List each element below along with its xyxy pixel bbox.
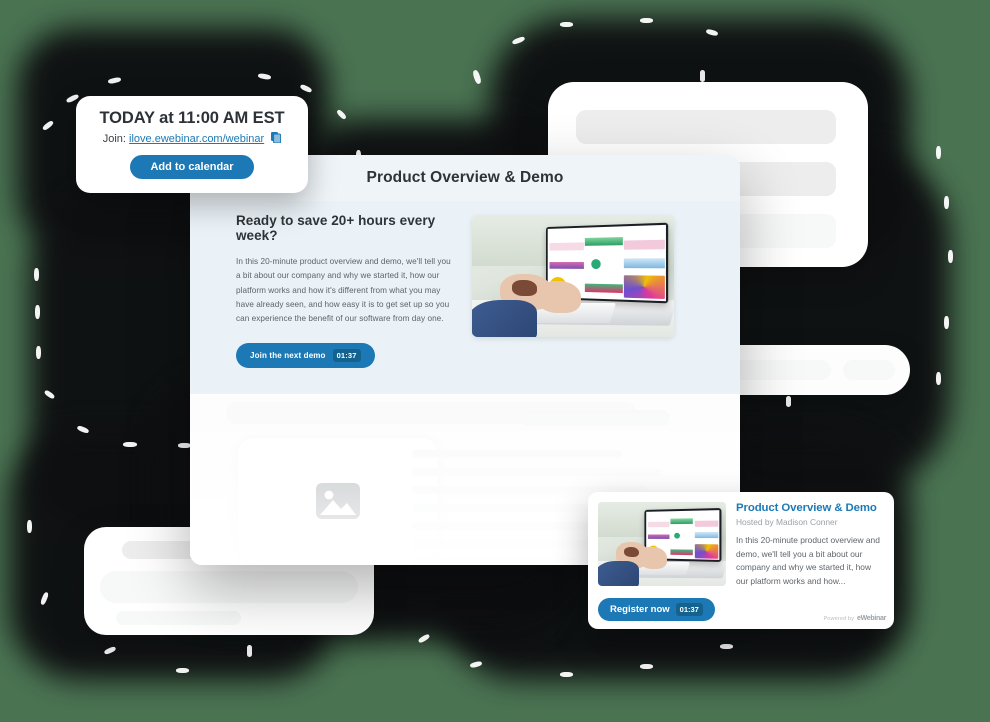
today-reminder-card: TODAY at 11:00 AM EST Join: ilove.ewebin… xyxy=(76,96,308,193)
panel-notch xyxy=(700,70,705,82)
join-next-demo-button[interactable]: Join the next demo 01:37 xyxy=(236,343,375,368)
bottom-panel-notch xyxy=(247,645,252,657)
hero-text-column: Ready to save 20+ hours every week? In t… xyxy=(236,213,454,368)
page-title: Product Overview & Demo xyxy=(367,169,564,187)
add-to-calendar-button[interactable]: Add to calendar xyxy=(130,155,253,179)
join-button-label: Join the next demo xyxy=(250,351,326,360)
today-title: TODAY at 11:00 AM EST xyxy=(86,109,298,128)
promo-host: Hosted by Madison Conner xyxy=(736,517,884,527)
register-button-label: Register now xyxy=(610,604,670,615)
copy-icon[interactable] xyxy=(271,132,281,146)
register-button-timer: 01:37 xyxy=(676,603,703,616)
promo-text-column: Product Overview & Demo Hosted by Madiso… xyxy=(726,492,894,629)
hero-image xyxy=(472,215,674,337)
hero-paragraph: In this 20-minute product overview and d… xyxy=(236,255,454,327)
ewebinar-logo: eWebinar xyxy=(857,615,886,622)
webinar-link[interactable]: ilove.ewebinar.com/webinar xyxy=(129,133,264,145)
promo-thumb-column: Register now 01:37 xyxy=(588,492,726,629)
promo-title: Product Overview & Demo xyxy=(736,502,884,514)
image-placeholder xyxy=(238,438,438,564)
promo-description: In this 20-minute product overview and d… xyxy=(736,534,884,588)
hero-heading: Ready to save 20+ hours every week? xyxy=(236,213,454,243)
join-label: Join: xyxy=(103,133,126,145)
hero-section: Ready to save 20+ hours every week? In t… xyxy=(190,201,740,394)
promo-thumbnail xyxy=(598,502,726,586)
laptop-dashboard-photo xyxy=(472,215,674,337)
pill-notch xyxy=(786,396,791,407)
powered-by-label: Powered by xyxy=(823,616,854,622)
register-now-button[interactable]: Register now 01:37 xyxy=(598,598,715,621)
powered-by-badge: Powered by eWebinar xyxy=(823,615,886,622)
join-button-timer: 01:37 xyxy=(333,349,361,362)
laptop-dashboard-photo-small xyxy=(598,502,726,586)
composition-stage: Product Overview & Demo Ready to save 20… xyxy=(0,0,990,722)
image-placeholder-icon xyxy=(314,481,362,521)
webinar-promo-popup: Register now 01:37 Product Overview & De… xyxy=(588,492,894,629)
today-join-row: Join: ilove.ewebinar.com/webinar xyxy=(86,132,298,146)
